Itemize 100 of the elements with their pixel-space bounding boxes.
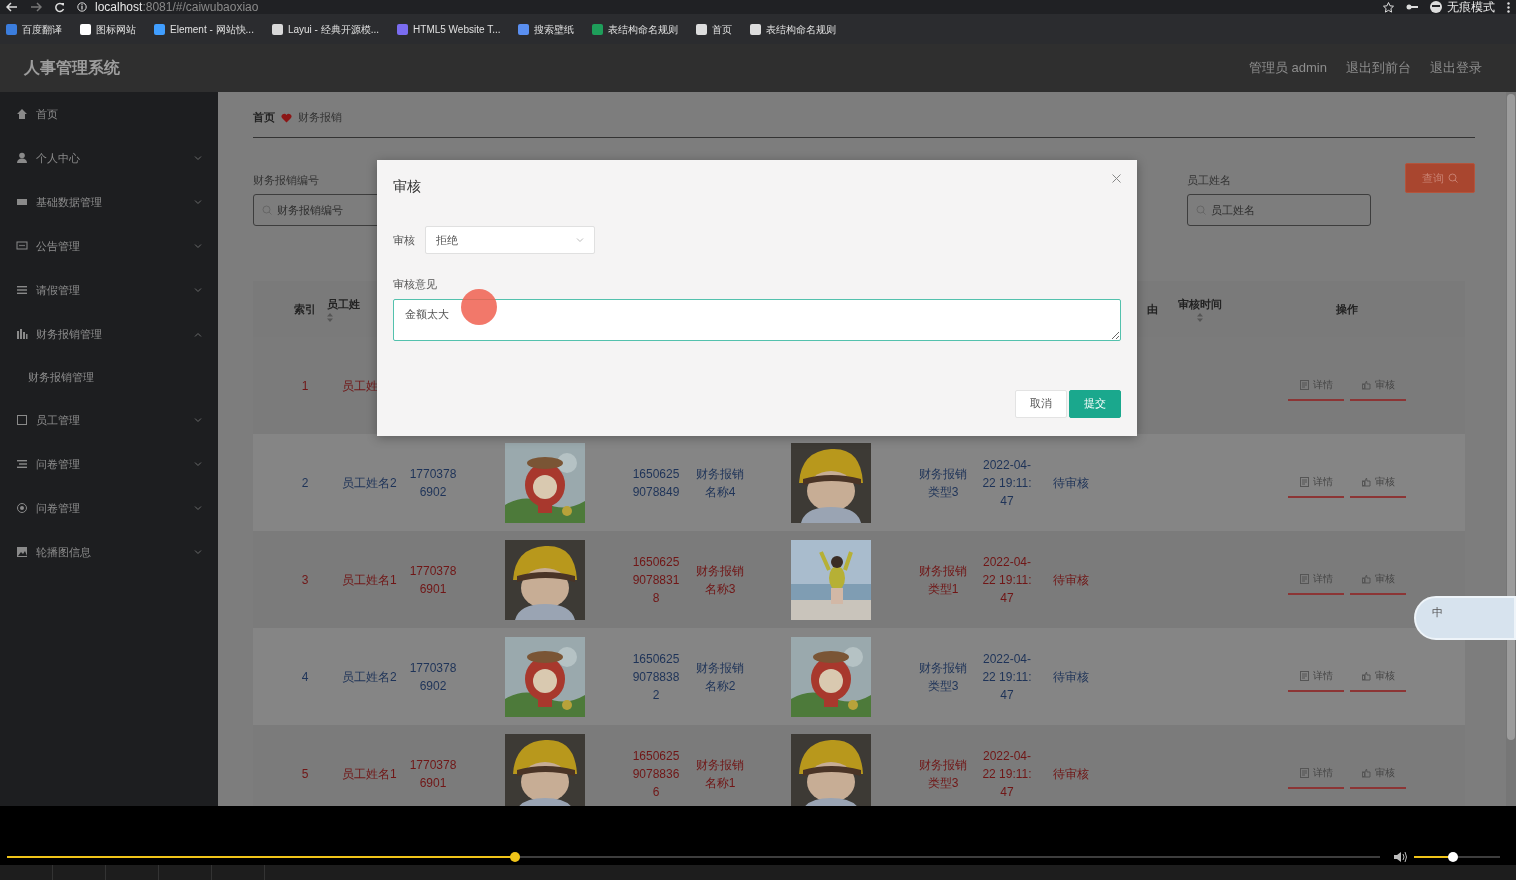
bar-chart-icon bbox=[16, 328, 28, 340]
sidebar-item[interactable]: 轮播图信息 bbox=[0, 530, 218, 574]
hand-icon bbox=[1361, 670, 1371, 681]
number-text: 165062590788382 bbox=[631, 650, 681, 704]
index-text: 1 bbox=[301, 377, 309, 395]
comment-field[interactable]: 金额太大 bbox=[393, 298, 1121, 341]
ime-widget[interactable]: 中 bbox=[1414, 596, 1516, 640]
document-icon bbox=[1299, 379, 1309, 390]
status-text: 待审核 bbox=[1053, 765, 1089, 783]
menu-icon[interactable] bbox=[1507, 1, 1510, 13]
list-icon bbox=[16, 284, 28, 296]
bookmark[interactable]: HTML5 Website T... bbox=[397, 21, 501, 37]
field-label: 审核 bbox=[393, 232, 415, 248]
document-icon bbox=[1299, 670, 1309, 681]
star-icon[interactable] bbox=[1383, 1, 1394, 13]
title-text: 财务报销名称3 bbox=[695, 562, 745, 598]
status-text: 待审核 bbox=[1053, 571, 1089, 589]
review-select[interactable]: 拒绝 bbox=[425, 226, 595, 254]
image-icon bbox=[16, 546, 28, 558]
incognito-icon[interactable] bbox=[1430, 1, 1442, 13]
bookmark[interactable]: 百度翻译 bbox=[6, 21, 62, 37]
close-button[interactable] bbox=[1112, 174, 1121, 183]
scrollbar-thumb[interactable] bbox=[1507, 94, 1515, 740]
type-text: 财务报销类型3 bbox=[918, 659, 968, 695]
breadcrumb-item[interactable]: 首页 bbox=[253, 109, 275, 126]
document-icon bbox=[1299, 767, 1309, 778]
sidebar-item[interactable]: 个人中心 bbox=[0, 136, 218, 180]
back-icon[interactable] bbox=[6, 2, 18, 12]
index-text: 4 bbox=[301, 668, 309, 686]
submit-button[interactable]: 提交 bbox=[1069, 389, 1121, 418]
chat-icon bbox=[16, 240, 28, 252]
document-icon bbox=[1299, 573, 1309, 584]
index-text: 2 bbox=[301, 474, 309, 492]
type-text: 财务报销类型3 bbox=[918, 465, 968, 501]
sidebar-item[interactable]: 问卷管理 bbox=[0, 442, 218, 486]
phone-text: 17703786902 bbox=[408, 659, 458, 695]
volume-thumb[interactable] bbox=[1447, 852, 1458, 862]
header-link[interactable]: 管理员 admin bbox=[1248, 58, 1327, 78]
app-title: 人事管理系统 bbox=[24, 58, 120, 78]
column-header: 索引 bbox=[294, 301, 316, 317]
address-text[interactable]: localhost:8081/#/caiwubaoxiao bbox=[95, 0, 259, 14]
header-link[interactable]: 退出到前台 bbox=[1346, 58, 1411, 78]
type-text: 财务报销类型3 bbox=[918, 756, 968, 792]
type-text: 财务报销类型1 bbox=[918, 562, 968, 598]
sidebar-item[interactable]: 员工管理 bbox=[0, 398, 218, 442]
status-text: 待审核 bbox=[1053, 474, 1089, 492]
column-header: 员工姓 bbox=[327, 297, 360, 313]
sidebar-item[interactable]: 财务报销管理 bbox=[0, 312, 218, 356]
heart-icon bbox=[281, 112, 292, 123]
employee-name: 员工姓名2 bbox=[342, 668, 397, 686]
bookmark[interactable]: 表结构命名规则 bbox=[750, 21, 837, 37]
field-label: 员工姓名 bbox=[1187, 173, 1232, 186]
sidebar-item[interactable]: 首页 bbox=[0, 92, 218, 136]
sidebar-item[interactable]: 问卷管理 bbox=[0, 486, 218, 530]
bookmark[interactable]: 图标网站 bbox=[80, 21, 136, 37]
employee-name: 员工姓名1 bbox=[342, 765, 397, 783]
hand-icon bbox=[1361, 573, 1371, 584]
header-link[interactable]: 退出登录 bbox=[1430, 58, 1482, 78]
number-text: 165062590788318 bbox=[631, 553, 681, 607]
index-text: 3 bbox=[301, 571, 309, 589]
circle-icon bbox=[16, 502, 28, 514]
bookmark[interactable]: Element - 网站快... bbox=[154, 21, 254, 37]
date-text: 2022-04-22 19:11:47 bbox=[981, 456, 1033, 510]
column-header: 操作 bbox=[1336, 301, 1358, 317]
bookmark[interactable]: 表结构命名规则 bbox=[592, 21, 679, 37]
search-icon bbox=[1448, 173, 1458, 183]
forward-icon[interactable] bbox=[30, 2, 42, 12]
index-text: 5 bbox=[301, 765, 309, 783]
caret-icon bbox=[576, 237, 584, 243]
square-icon bbox=[16, 414, 28, 426]
document-icon bbox=[1299, 476, 1309, 487]
employee-name: 员工姓名1 bbox=[342, 571, 397, 589]
number-text: 16506259078849 bbox=[631, 465, 681, 501]
volume-icon[interactable] bbox=[1393, 851, 1407, 863]
close-icon bbox=[1112, 174, 1121, 183]
bookmark[interactable]: 搜索壁纸 bbox=[518, 21, 575, 37]
phone-text: 17703786901 bbox=[408, 756, 458, 792]
hand-icon bbox=[1361, 379, 1371, 390]
bookmark[interactable]: Layui - 经典开源模... bbox=[271, 21, 380, 37]
column-header: 审核时间 bbox=[1178, 297, 1222, 313]
title-text: 财务报销名称2 bbox=[695, 659, 745, 695]
key-icon[interactable] bbox=[1406, 3, 1418, 11]
bookmark[interactable]: 首页 bbox=[696, 21, 733, 37]
sidebar-item[interactable]: 基础数据管理 bbox=[0, 180, 218, 224]
title-text: 财务报销名称4 bbox=[695, 465, 745, 501]
sidebar-item[interactable]: 请假管理 bbox=[0, 268, 218, 312]
cancel-button[interactable]: 取消 bbox=[1015, 389, 1067, 418]
number-text: 165062590788366 bbox=[631, 747, 681, 801]
sidebar-subitem[interactable]: 财务报销管理 bbox=[0, 356, 218, 398]
reload-icon[interactable] bbox=[54, 1, 65, 13]
search-field[interactable]: 员工姓名 bbox=[1187, 194, 1371, 226]
sidebar-item[interactable]: 公告管理 bbox=[0, 224, 218, 268]
person-icon bbox=[16, 152, 28, 164]
progress-thumb[interactable] bbox=[510, 852, 520, 862]
info-icon[interactable] bbox=[77, 2, 87, 12]
phone-text: 17703786901 bbox=[408, 562, 458, 598]
home-icon bbox=[16, 108, 28, 120]
hand-icon bbox=[1361, 476, 1371, 487]
breadcrumb-item: 财务报销 bbox=[298, 110, 342, 126]
field-label: 审核意见 bbox=[393, 277, 438, 292]
